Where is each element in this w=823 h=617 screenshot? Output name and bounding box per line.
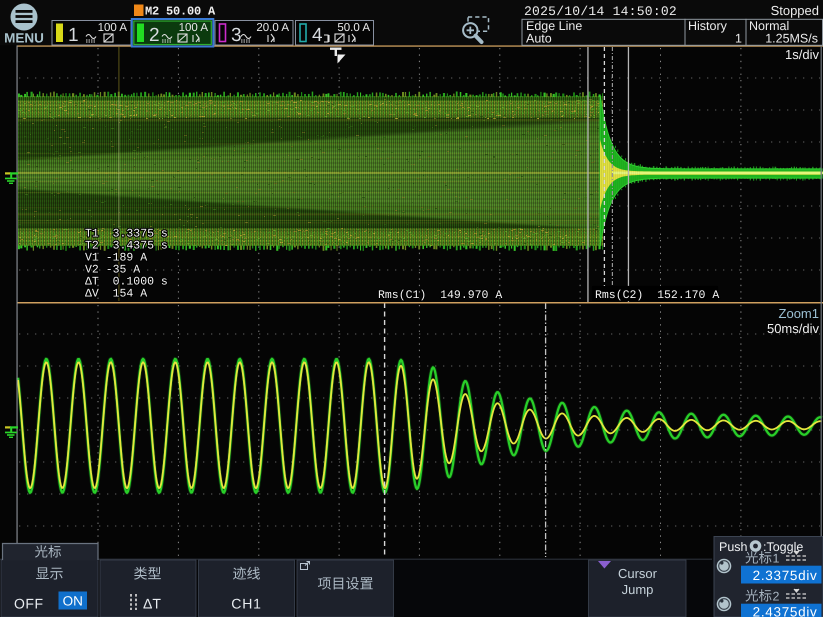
svg-text:ΔT: ΔT <box>143 596 161 612</box>
svg-text:1: 1 <box>68 25 79 46</box>
svg-text:3: 3 <box>231 25 242 46</box>
svg-text:4: 4 <box>312 25 323 46</box>
svg-text:ON: ON <box>63 594 83 609</box>
svg-text:History: History <box>688 19 728 33</box>
svg-text:MENU: MENU <box>4 31 44 46</box>
svg-text:Push: Push <box>719 540 748 554</box>
svg-text:Rms(C2) 152.170 A: Rms(C2) 152.170 A <box>595 289 719 302</box>
svg-text:Jump: Jump <box>622 582 654 597</box>
svg-text:ΔV 154 A: ΔV 154 A <box>85 288 147 301</box>
svg-text:2.3375div: 2.3375div <box>753 568 818 583</box>
svg-text:100 A: 100 A <box>179 22 209 34</box>
svg-text:CH1: CH1 <box>231 596 261 612</box>
svg-text:Auto: Auto <box>526 32 552 46</box>
svg-text:2.4375div: 2.4375div <box>753 604 818 617</box>
svg-text:20.0 A: 20.0 A <box>256 22 289 34</box>
svg-text:Cursor: Cursor <box>618 566 658 581</box>
svg-text:1.25MS/s: 1.25MS/s <box>765 32 818 46</box>
svg-text:Rms(C1) 149.970 A: Rms(C1) 149.970 A <box>378 289 502 302</box>
svg-text:2: 2 <box>149 25 160 46</box>
svg-text:Stopped: Stopped <box>771 3 819 18</box>
svg-text:2025/10/14 14:50:02: 2025/10/14 14:50:02 <box>524 4 677 19</box>
svg-text:M2 50.00 A: M2 50.00 A <box>145 5 216 19</box>
svg-text:50ms/div: 50ms/div <box>767 321 820 336</box>
svg-text:50.0 A: 50.0 A <box>337 22 370 34</box>
svg-text:2: 2 <box>773 590 780 604</box>
svg-text:1: 1 <box>773 552 780 566</box>
svg-text:OFF: OFF <box>14 596 44 612</box>
svg-text:1s/div: 1s/div <box>785 47 819 62</box>
svg-text:1: 1 <box>735 32 742 46</box>
svg-text:100 A: 100 A <box>98 22 128 34</box>
svg-text:Zoom1: Zoom1 <box>779 306 819 321</box>
